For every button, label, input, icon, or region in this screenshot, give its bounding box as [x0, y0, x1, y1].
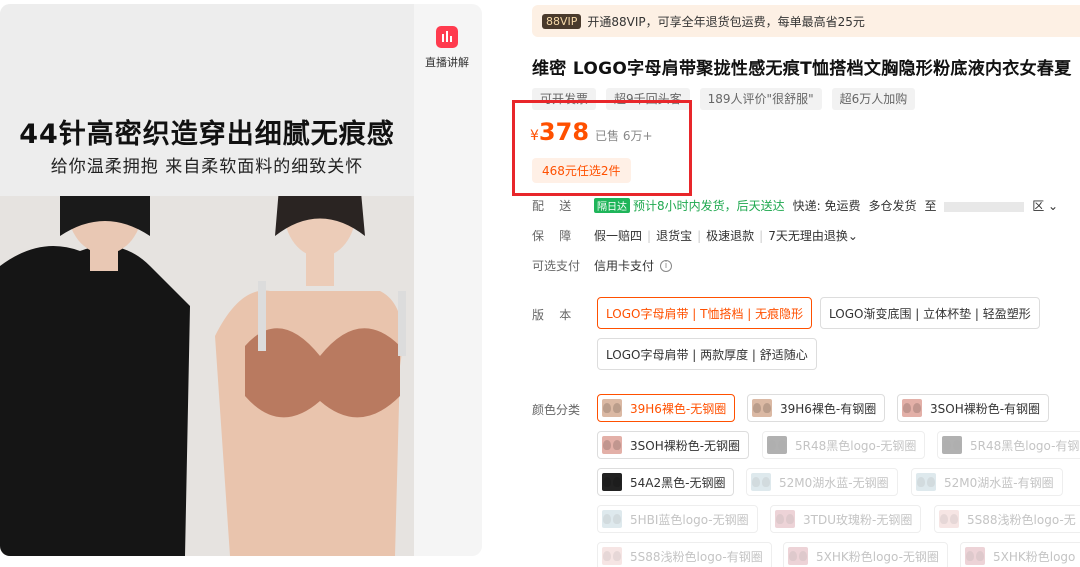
swatch-thumbnail [602, 399, 622, 417]
swatch-thumbnail [902, 399, 922, 417]
media-gallery: 44针高密织造穿出细腻无痕感 给你温柔拥抱 来自柔软面料的细致关怀 直播讲解 [0, 4, 482, 556]
payment-row: 可选支付 信用卡支付 i [532, 257, 673, 274]
version-option[interactable]: LOGO字母肩带 | 两款厚度 | 舒适随心 [597, 338, 817, 370]
color-option[interactable]: 54A2黑色-无钢圈 [597, 468, 735, 496]
shipping-eta: 预计8小时内发货，后天送达 [633, 199, 785, 213]
color-option[interactable]: 52M0湖水蓝-有钢圈 [911, 468, 1063, 496]
live-explain-button[interactable]: 直播讲解 [414, 18, 480, 78]
version-label: 版 本 [532, 308, 572, 322]
dest-prefix: 至 [924, 199, 937, 213]
color-option[interactable]: 5XHK粉色logo [960, 542, 1080, 567]
color-option[interactable]: 5R48黑色logo-无钢圈 [762, 431, 926, 459]
color-option-label: 3SOH裸粉色-无钢圈 [630, 438, 741, 453]
payment-label: 可选支付 [532, 259, 581, 273]
version-option[interactable]: LOGO字母肩带 | T恤搭档 | 无痕隐形 [597, 297, 813, 329]
color-option-label: 3SOH裸粉色-有钢圈 [930, 401, 1041, 416]
color-option-label: 3TDU玫瑰粉-无钢圈 [803, 512, 913, 527]
color-option[interactable]: 5XHK粉色logo-无钢圈 [783, 542, 948, 567]
swatch-thumbnail [775, 510, 795, 528]
vip-banner[interactable]: 88VIP 开通88VIP，可享全年退货包运费，每单最高省25元 [532, 5, 1080, 37]
product-main-image[interactable]: 44针高密织造穿出细腻无痕感 给你温柔拥抱 来自柔软面料的细致关怀 [0, 4, 414, 556]
shipping-row: 配 送 隔日达 预计8小时内发货，后天送达 快递: 免运费 多仓发货 至 区 ⌄ [532, 197, 1058, 214]
vip-text: 开通88VIP，可享全年退货包运费，每单最高省25元 [587, 14, 865, 29]
info-icon[interactable]: i [660, 259, 673, 272]
currency-symbol: ¥ [530, 128, 539, 144]
color-option[interactable]: 3SOH裸粉色-有钢圈 [897, 394, 1050, 422]
dest-suffix: 区 [1032, 199, 1045, 213]
swatch-thumbnail [767, 436, 787, 454]
model-illustration [0, 158, 414, 556]
color-option-label: 5XHK粉色logo [993, 549, 1076, 564]
color-option-label: 52M0湖水蓝-有钢圈 [944, 475, 1054, 490]
guarantee-row: 保 障 假一赔四 | 退货宝 | 极速退款 | 7天无理由退换 ⌄ [532, 227, 858, 244]
promo-badge[interactable]: 468元任选2件 [532, 158, 631, 183]
ship-destination[interactable]: 至 区 ⌄ [925, 197, 1059, 214]
guarantee-item: 极速退款 [706, 229, 755, 243]
swatch-thumbnail [602, 547, 622, 565]
shipping-label: 配 送 [532, 199, 572, 213]
image-headline: 44针高密织造穿出细腻无痕感 [19, 119, 395, 150]
chevron-down-icon[interactable]: ⌄ [848, 229, 858, 243]
guarantee-item: 退货宝 [656, 229, 693, 243]
color-option-label: 54A2黑色-无钢圈 [630, 475, 726, 490]
swatch-thumbnail [942, 436, 962, 454]
live-broadcast-icon [436, 26, 458, 48]
payment-method: 信用卡支付 [594, 259, 655, 273]
guarantee-label: 保 障 [532, 229, 572, 243]
swatch-thumbnail [788, 547, 808, 565]
color-option-label: 5R48黑色logo-无钢圈 [795, 438, 917, 453]
swatch-thumbnail [965, 547, 985, 565]
color-option[interactable]: 5R48黑色logo-有钢 [937, 431, 1080, 459]
color-option[interactable]: 5HBI蓝色logo-无钢圈 [597, 505, 758, 533]
color-option-label: 39H6裸色-有钢圈 [780, 401, 877, 416]
color-option-label: 5HBI蓝色logo-无钢圈 [630, 512, 749, 527]
swatch-thumbnail [602, 510, 622, 528]
redacted-address [944, 201, 1025, 212]
live-explain-label: 直播讲解 [425, 56, 469, 69]
color-option-label: 52M0湖水蓝-无钢圈 [779, 475, 889, 490]
swatch-thumbnail [752, 399, 772, 417]
guarantee-item: 假一赔四 [594, 229, 643, 243]
color-option[interactable]: 3TDU玫瑰粉-无钢圈 [770, 505, 922, 533]
vip-badge: 88VIP [542, 13, 582, 29]
product-title: 维密 LOGO字母肩带聚拢性感无痕T恤搭档文胸隐形粉底液内衣女春夏 [532, 59, 1072, 79]
color-option-label: 5S88浅粉色logo-有钢圈 [630, 549, 763, 564]
swatch-thumbnail [751, 473, 771, 491]
product-page: 44针高密织造穿出细腻无痕感 给你温柔拥抱 来自柔软面料的细致关怀 直播讲解 8… [0, 0, 1080, 567]
product-tag[interactable]: 超6万人加购 [831, 88, 916, 110]
multi-warehouse: 多仓发货 [868, 199, 917, 213]
color-option-label: 39H6裸色-无钢圈 [630, 401, 727, 416]
color-option-label: 5XHK粉色logo-无钢圈 [816, 549, 939, 564]
color-option[interactable]: 39H6裸色-有钢圈 [747, 394, 886, 422]
price-block: ¥ 378 已售 6万+ [530, 118, 653, 146]
model-photo [0, 158, 414, 556]
swatch-thumbnail [602, 473, 622, 491]
shipping-fee: 快递: 免运费 [792, 199, 861, 213]
sold-count: 已售 6万+ [595, 129, 653, 143]
image-subline: 给你温柔拥抱 来自柔软面料的细致关怀 [50, 157, 364, 177]
guarantee-item[interactable]: 7天无理由退换 [768, 227, 848, 244]
color-option-label: 5S88浅粉色logo-无 [967, 512, 1076, 527]
swatch-thumbnail [602, 436, 622, 454]
color-option[interactable]: 3SOH裸粉色-无钢圈 [597, 431, 750, 459]
color-option[interactable]: 39H6裸色-无钢圈 [597, 394, 736, 422]
price-value: 378 [538, 118, 590, 146]
chevron-down-icon: ⌄ [1048, 199, 1059, 213]
swatch-thumbnail [916, 473, 936, 491]
next-day-badge: 隔日达 [594, 198, 630, 213]
color-option[interactable]: 5S88浅粉色logo-有钢圈 [597, 542, 772, 567]
color-option[interactable]: 52M0湖水蓝-无钢圈 [746, 468, 898, 496]
color-option[interactable]: 5S88浅粉色logo-无 [934, 505, 1080, 533]
version-option[interactable]: LOGO渐变底围 | 立体杯垫 | 轻盈塑形 [820, 297, 1040, 329]
color-label: 颜色分类 [532, 403, 581, 417]
product-tag[interactable]: 189人评价"很舒服" [699, 88, 822, 110]
swatch-thumbnail [939, 510, 959, 528]
color-option-label: 5R48黑色logo-有钢 [970, 438, 1080, 453]
